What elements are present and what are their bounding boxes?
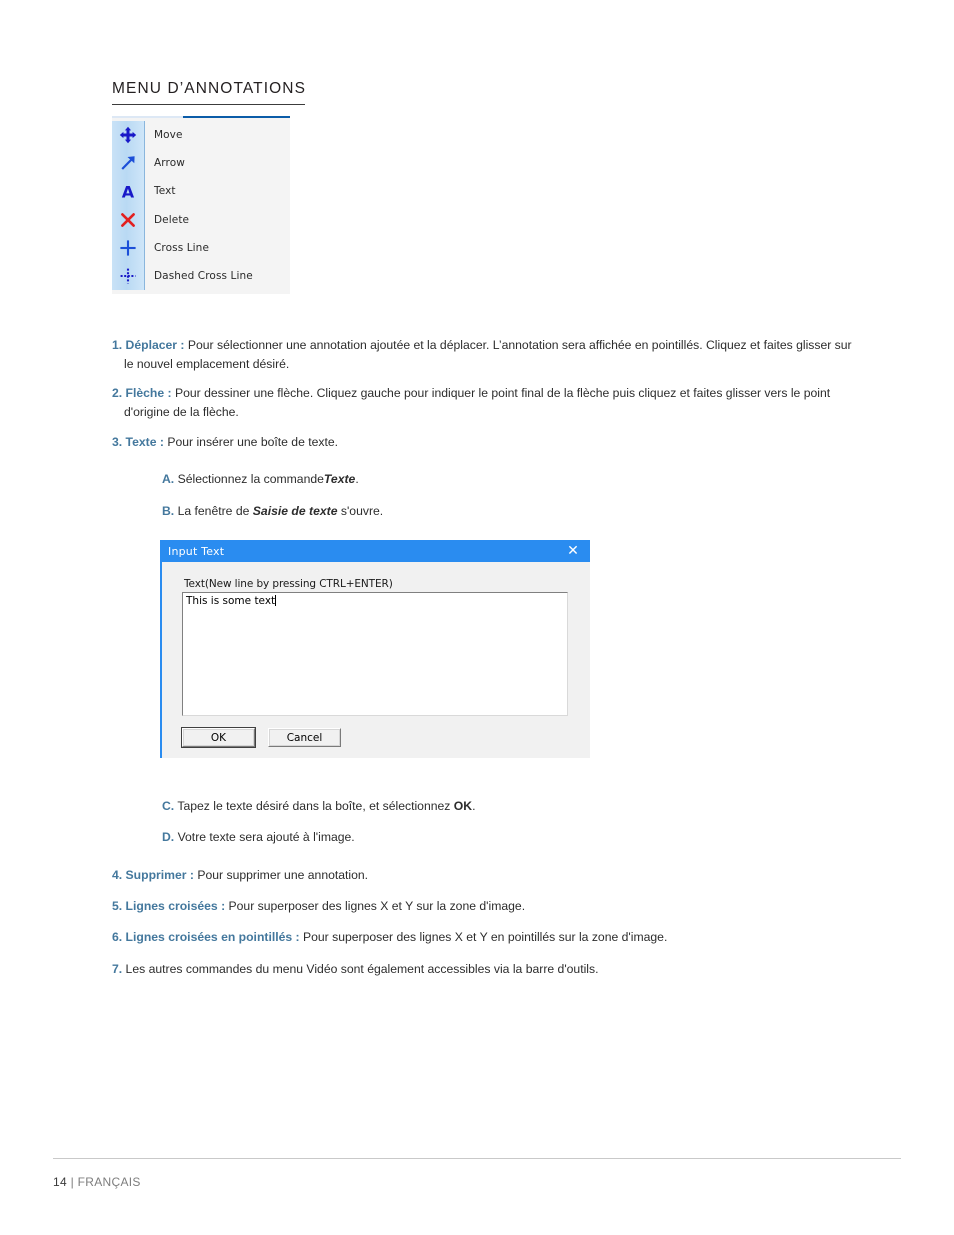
instruction-3: 3. Texte : Pour insérer une boîte de tex… [112, 433, 854, 452]
text-input-value: This is some text [186, 595, 276, 607]
footer-divider [53, 1158, 901, 1159]
move-icon[interactable] [112, 121, 144, 149]
annotation-menu-icon-column: A [112, 121, 145, 291]
dialog-title: Input Text [168, 544, 225, 558]
instruction-2: 2. Flèche : Pour dessiner une flèche. Cl… [112, 384, 854, 421]
instruction-1-body: Pour sélectionner une annotation ajoutée… [124, 338, 852, 371]
instruction-7: 7. Les autres commandes du menu Vidéo so… [112, 960, 854, 979]
menu-top-accent-border [112, 116, 290, 118]
sub-step-c-text-after: . [472, 799, 476, 813]
ok-button[interactable]: OK [181, 727, 256, 748]
sub-step-a-text-after: . [355, 472, 359, 486]
sub-step-b-text-before: La fenêtre de [174, 504, 253, 518]
cross-line-icon[interactable] [112, 234, 144, 262]
sub-step-d-lead: D. [162, 830, 175, 844]
delete-icon[interactable] [112, 206, 144, 234]
instruction-5-body: Pour superposer des lignes X et Y sur la… [225, 899, 526, 913]
instruction-3-body: Pour insérer une boîte de texte. [163, 435, 339, 449]
footer-page-number: 14 [53, 1175, 67, 1189]
text-field-label: Text(New line by pressing CTRL+ENTER) [184, 578, 393, 590]
sub-step-d-text-before: Votre texte sera ajouté à l'image. [174, 830, 355, 844]
footer: 14 | FRANÇAIS [53, 1175, 141, 1189]
dialog-button-row: OK Cancel [181, 727, 578, 748]
menu-accent-dark-segment [183, 116, 290, 118]
text-input-textarea[interactable]: This is some text [182, 592, 568, 716]
sub-step-c-lead: C. [162, 799, 175, 813]
instruction-1: 1. Déplacer : Pour sélectionner une anno… [112, 336, 854, 373]
sub-step-a-text-before: Sélectionnez la commande [174, 472, 324, 486]
footer-separator: | [70, 1175, 75, 1189]
annotation-menu-body: A Move Arrow Text Delete Cross Line Dash… [112, 118, 290, 294]
menu-item-text[interactable]: Text [145, 177, 290, 205]
input-text-dialog[interactable]: Input Text ✕ Text(New line by pressing C… [160, 540, 590, 758]
svg-text:A: A [122, 183, 135, 201]
instruction-7-body: Les autres commandes du menu Vidéo sont … [122, 962, 599, 976]
instruction-5: 5. Lignes croisées : Pour superposer des… [112, 897, 854, 916]
sub-step-c: C. Tapez le texte désiré dans la boîte, … [162, 797, 822, 816]
sub-step-a-lead: A. [162, 472, 175, 486]
sub-step-a: A. Sélectionnez la commandeTexte. [162, 470, 822, 489]
sub-step-b-lead: B. [162, 504, 175, 518]
instruction-6: 6. Lignes croisées en pointillés : Pour … [112, 928, 854, 947]
page-title: MENU D’ANNOTATIONS [112, 80, 305, 105]
sub-step-a-emphasis: Texte [323, 472, 356, 486]
dashed-cross-line-icon[interactable] [112, 262, 144, 290]
dialog-titlebar[interactable]: Input Text ✕ [160, 540, 590, 562]
instruction-6-lead: 6. Lignes croisées en pointillés : [112, 930, 300, 944]
instruction-4-lead: 4. Supprimer : [112, 868, 194, 882]
instruction-4-body: Pour supprimer une annotation. [193, 868, 369, 882]
text-caret [275, 595, 277, 606]
menu-accent-light-segment [112, 116, 184, 118]
sub-step-b-text-after: s'ouvre. [337, 504, 384, 518]
instruction-2-lead: 2. Flèche : [112, 386, 172, 400]
footer-language: FRANÇAIS [77, 1175, 141, 1189]
text-icon[interactable]: A [112, 177, 144, 205]
menu-item-dashed-cross-line[interactable]: Dashed Cross Line [145, 262, 290, 290]
annotation-menu-label-column: Move Arrow Text Delete Cross Line Dashed… [145, 121, 290, 290]
close-icon[interactable]: ✕ [556, 540, 590, 562]
arrow-icon[interactable] [112, 149, 144, 177]
instruction-6-body: Pour superposer des lignes X et Y en poi… [299, 930, 668, 944]
menu-item-arrow[interactable]: Arrow [145, 149, 290, 177]
sub-step-b: B. La fenêtre de Saisie de texte s'ouvre… [162, 502, 822, 521]
sub-step-b-emphasis: Saisie de texte [252, 504, 338, 518]
dialog-body: Text(New line by pressing CTRL+ENTER) Th… [160, 562, 590, 758]
instruction-1-lead: 1. Déplacer : [112, 338, 185, 352]
annotation-menu-panel[interactable]: A Move Arrow Text Delete Cross Line Dash… [112, 116, 290, 295]
instruction-3-lead: 3. Texte : [112, 435, 164, 449]
menu-item-move[interactable]: Move [145, 121, 290, 149]
sub-step-d: D. Votre texte sera ajouté à l'image. [162, 828, 822, 847]
instruction-7-lead: 7. [112, 962, 123, 976]
sub-step-c-text-before: Tapez le texte désiré dans la boîte, et … [174, 799, 454, 813]
sub-step-c-emphasis: OK [453, 799, 473, 813]
instruction-4: 4. Supprimer : Pour supprimer une annota… [112, 866, 854, 885]
cancel-button[interactable]: Cancel [268, 728, 341, 747]
instruction-5-lead: 5. Lignes croisées : [112, 899, 226, 913]
instruction-2-body: Pour dessiner une flèche. Cliquez gauche… [124, 386, 831, 419]
menu-item-cross-line[interactable]: Cross Line [145, 234, 290, 262]
menu-item-delete[interactable]: Delete [145, 206, 290, 234]
